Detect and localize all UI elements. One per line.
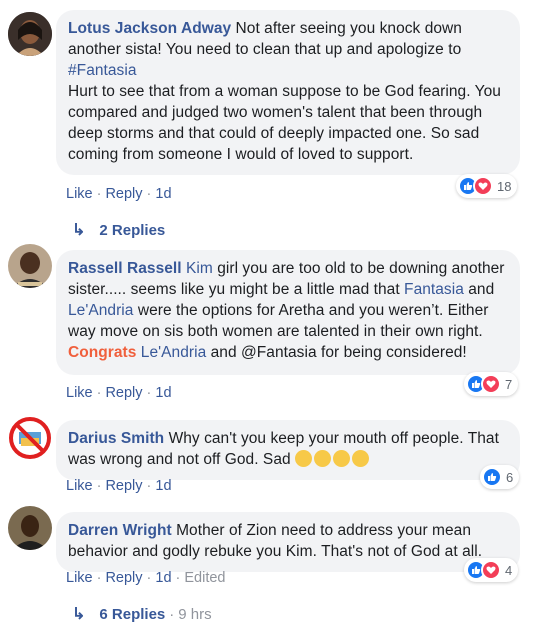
love-reaction-icon	[473, 176, 493, 196]
avatar[interactable]	[8, 506, 52, 550]
sad-emoji-icon	[314, 450, 332, 467]
mention-link[interactable]: Fantasia	[404, 281, 464, 298]
reaction-summary[interactable]: 6	[480, 465, 520, 489]
reaction-count: 4	[505, 562, 513, 578]
reaction-count: 6	[506, 469, 514, 485]
comment-author[interactable]: Rassell Rassell	[68, 260, 182, 277]
comment-author[interactable]: Darren Wright	[68, 522, 172, 539]
comment-text: and @Fantasia for being considered!	[206, 344, 467, 361]
avatar[interactable]	[8, 244, 52, 288]
replies-timestamp: 9 hrs	[178, 605, 212, 623]
timestamp[interactable]: 1d	[155, 385, 171, 401]
reply-arrow-icon: ↳	[72, 606, 86, 623]
comment-bubble: Lotus Jackson Adway Not after seeing you…	[56, 10, 520, 175]
reply-link[interactable]: Reply	[105, 478, 142, 494]
timestamp[interactable]: 1d	[155, 186, 171, 202]
comment-author[interactable]: Darius Smith	[68, 430, 164, 447]
reply-arrow-icon: ↳	[72, 222, 86, 239]
love-reaction-icon	[481, 560, 501, 580]
comment-author[interactable]: Lotus Jackson Adway	[68, 20, 231, 37]
comment-actions: Like · Reply · 1d · Edited	[66, 570, 226, 586]
timestamp[interactable]: 1d	[155, 478, 171, 494]
timestamp[interactable]: 1d	[155, 570, 171, 586]
like-link[interactable]: Like	[66, 186, 93, 202]
reaction-summary[interactable]: 4	[464, 558, 519, 582]
like-link[interactable]: Like	[66, 570, 93, 586]
comment-text: and	[463, 281, 495, 298]
comment-actions: Like · Reply · 1d	[66, 186, 172, 202]
comment-text: Hurt to see that from a woman suppose to…	[68, 83, 501, 163]
dizzy-emoji-icon	[333, 450, 351, 467]
reaction-summary[interactable]: 7	[464, 372, 519, 396]
crying-emoji-icon	[295, 450, 313, 467]
reply-link[interactable]: Reply	[105, 570, 142, 586]
edited-label[interactable]: Edited	[184, 570, 225, 586]
reaction-count: 18	[497, 178, 512, 194]
replies-count[interactable]: 2 Replies	[99, 222, 165, 239]
reply-link[interactable]: Reply	[105, 186, 142, 202]
mention-link[interactable]: Le'Andria	[141, 344, 206, 361]
view-replies-link[interactable]: ↳ 2 Replies	[72, 220, 165, 240]
comment-bubble: Darius Smith Why can't you keep your mou…	[56, 420, 520, 480]
congrats-highlight: Congrats	[68, 344, 137, 361]
comment-actions: Like · Reply · 1d	[66, 385, 172, 401]
comment-bubble: Rassell Rassell Kim girl you are too old…	[56, 250, 520, 375]
reaction-count: 7	[505, 376, 513, 392]
view-replies-link[interactable]: ↳ 6 Replies · 9 hrs	[72, 604, 212, 624]
comment-actions: Like · Reply · 1d	[66, 478, 172, 494]
like-link[interactable]: Like	[66, 385, 93, 401]
love-reaction-icon	[481, 374, 501, 394]
comment-bubble: Darren Wright Mother of Zion need to add…	[56, 512, 520, 572]
replies-count[interactable]: 6 Replies	[99, 606, 165, 623]
avatar[interactable]	[8, 12, 52, 56]
reply-link[interactable]: Reply	[105, 385, 142, 401]
hashtag-link[interactable]: #Fantasia	[68, 62, 137, 79]
like-link[interactable]: Like	[66, 478, 93, 494]
reaction-summary[interactable]: 18	[456, 174, 518, 198]
fearful-emoji-icon	[352, 450, 370, 467]
mention-link[interactable]: Le'Andria	[68, 302, 133, 319]
mention-link[interactable]: Kim	[186, 260, 213, 277]
replies-separator: ·	[169, 605, 175, 623]
like-reaction-icon	[482, 467, 502, 487]
avatar[interactable]	[8, 416, 52, 460]
